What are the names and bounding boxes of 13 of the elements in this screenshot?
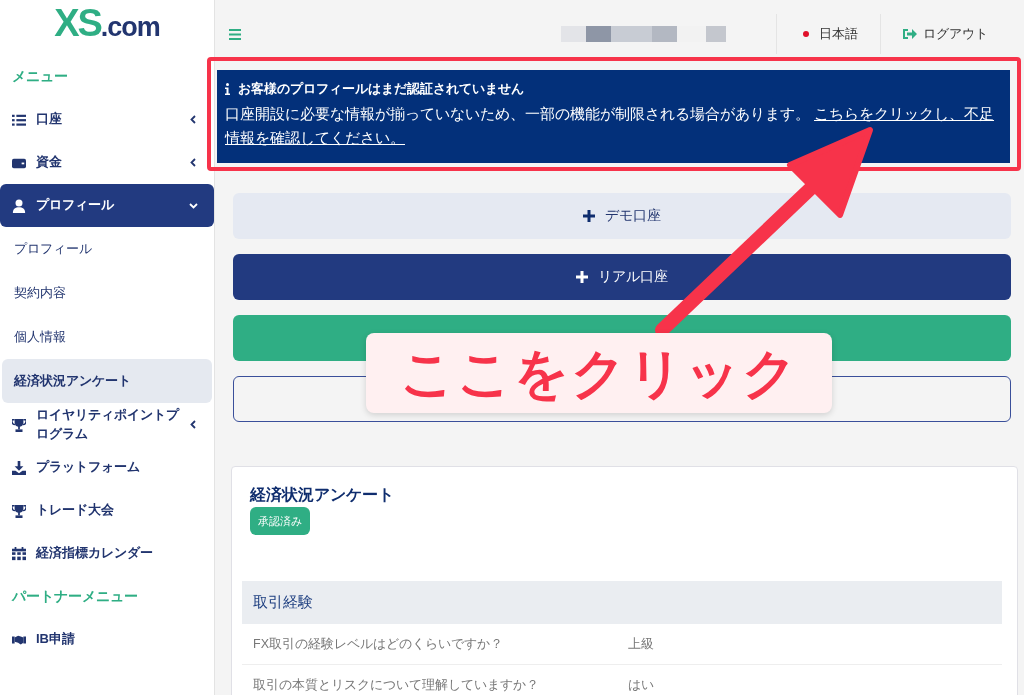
alert-message: 口座開設に必要な情報が揃っていないため、一部の機能が制限される場合があります。 こちらをクリックし、不足 情報を確認してください。 xyxy=(225,102,1002,151)
question-text: FX取引の経験レベルはどのくらいですか？ xyxy=(253,635,504,653)
card-title: 経済状況アンケート xyxy=(250,484,395,505)
alert-title: お客様のプロフィールはまだ認証されていません xyxy=(238,80,524,98)
answer-text: はい xyxy=(628,677,654,695)
section-heading: メニュー xyxy=(11,67,69,86)
section-heading: パートナーメニュー xyxy=(10,587,139,606)
question-text: 取引の本質とリスクについて理解していますか？ xyxy=(253,677,540,695)
logo: XS.com xyxy=(53,1,161,46)
answer-text: 上級 xyxy=(628,635,654,653)
status-badge: 承認済み xyxy=(250,506,310,536)
section-header: 取引経験 xyxy=(242,581,1002,624)
click-here-tooltip: ここをクリック xyxy=(366,333,832,413)
